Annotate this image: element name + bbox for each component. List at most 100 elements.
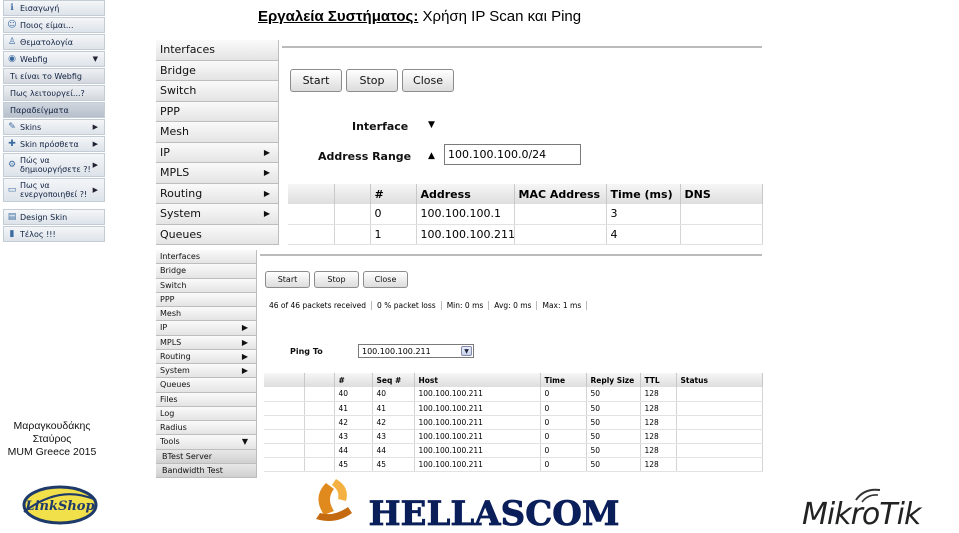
sidebar-item[interactable]: ▭ Πως να ενεργοποιηθεί ?! ▶ (3, 178, 105, 202)
sidebar-item[interactable]: ▤ Design Skin (3, 209, 105, 225)
column-header[interactable]: Host (414, 373, 541, 387)
menu-item[interactable]: PPP (156, 101, 279, 122)
menu-item[interactable]: Bridge (156, 264, 257, 279)
sidebar-item-label: Webfig (20, 54, 48, 64)
menu-item[interactable]: System ▶ (156, 364, 257, 379)
table-row[interactable]: 41 41 100.100.100.211 0 50 128 (264, 401, 763, 416)
sidebar-item[interactable]: ♙ Θεματολογία (3, 34, 105, 50)
book-icon: ▮ (9, 229, 15, 239)
column-header[interactable]: MAC Address (514, 184, 607, 204)
menu-item[interactable]: BTest Server (156, 449, 257, 464)
menu-item[interactable]: Routing ▶ (156, 349, 257, 364)
menu-item[interactable]: Routing ▶ (156, 183, 279, 204)
menu-item[interactable]: IP ▶ (156, 142, 279, 163)
chevron-down-icon[interactable]: ▼ (461, 346, 472, 356)
sidebar-item[interactable]: ☺ Ποιος είμαι... (3, 17, 105, 33)
menu-item[interactable]: Mesh (156, 122, 279, 143)
collapse-up-icon[interactable]: ▲ (428, 151, 435, 161)
sidebar-item-label: Πώς να δημιουργήσετε ?! (20, 156, 91, 174)
sidebar-item[interactable]: ◉ Webfig ▼ (3, 51, 105, 67)
user-icon: ☺ (7, 20, 17, 30)
column-header[interactable]: Time (ms) (606, 184, 681, 204)
table-cell (304, 415, 335, 430)
table-cell: 44 (334, 443, 373, 458)
table-cell (676, 415, 763, 430)
start-button[interactable]: Start (290, 69, 342, 92)
sidebar-item[interactable]: ✎ Skins ▶ (3, 119, 105, 135)
chevron-down-icon: ▼ (92, 55, 98, 63)
brush-icon: ✎ (8, 122, 16, 132)
sidebar-item[interactable]: ▮ Τέλος !!! (3, 226, 105, 242)
sidebar-item[interactable]: Πως λειτουργεί...? (3, 85, 105, 101)
column-header[interactable]: DNS (680, 184, 763, 204)
column-header[interactable]: # (334, 373, 373, 387)
menu-item[interactable]: Bandwidth Test (156, 463, 257, 478)
column-header[interactable]: Reply Size (586, 373, 641, 387)
table-cell: 128 (640, 443, 677, 458)
menu-item[interactable]: Queues (156, 224, 279, 245)
menu-item[interactable]: Bridge (156, 60, 279, 81)
chevron-right-icon: ▶ (92, 140, 98, 148)
menu-item-label: Mesh (160, 309, 182, 319)
ping-statistics: 46 of 46 packets received 0 % packet loss… (264, 298, 588, 313)
address-range-input[interactable]: 100.100.100.0/24 (444, 144, 581, 165)
stop-button[interactable]: Stop (314, 271, 359, 288)
menu-item[interactable]: Queues (156, 378, 257, 393)
sidebar-item-label: Θεματολογία (20, 37, 74, 47)
chevron-right-icon: ▶ (263, 147, 270, 157)
menu-item[interactable]: IP ▶ (156, 321, 257, 336)
ping-to-select[interactable]: 100.100.100.211 ▼ (358, 344, 474, 358)
sidebar-item[interactable]: ℹ Εισαγωγή (3, 0, 105, 16)
menu-item[interactable]: Interfaces (156, 250, 257, 265)
menu-item[interactable]: Mesh (156, 307, 257, 322)
table-row[interactable]: 1 100.100.100.211 4 (288, 224, 763, 245)
menu-item[interactable]: Radius (156, 421, 257, 436)
table-cell: 100.100.100.1 (416, 204, 515, 225)
table-cell: 50 (586, 457, 641, 472)
column-header[interactable]: Seq # (372, 373, 415, 387)
menu-item[interactable]: System ▶ (156, 204, 279, 225)
table-cell: 100.100.100.211 (414, 429, 541, 444)
sidebar-item[interactable]: Τι είναι το Webfig (3, 68, 105, 84)
hellascom-logo: HELLASCOM (316, 479, 620, 531)
column-header[interactable]: Status (676, 373, 763, 387)
menu-item[interactable]: Switch (156, 278, 257, 293)
menu-item[interactable]: MPLS ▶ (156, 163, 279, 184)
column-header[interactable]: Time (540, 373, 587, 387)
close-button[interactable]: Close (363, 271, 408, 288)
table-cell (514, 204, 607, 225)
menu-item-label: Tools (160, 437, 180, 447)
menu-item[interactable]: MPLS ▶ (156, 335, 257, 350)
webfig-menu: Interfaces Bridge Switch PPP Mesh IP ▶ MPLS ▶ Rou… (156, 250, 257, 478)
presentation-sidebar: ℹ Εισαγωγή ☺ Ποιος είμαι... ♙ Θεματολογία ◉ Web… (3, 0, 105, 243)
column-header[interactable]: # (370, 184, 417, 204)
table-row[interactable]: 42 42 100.100.100.211 0 50 128 (264, 415, 763, 430)
menu-item[interactable]: Files (156, 392, 257, 407)
stat-item: 46 of 46 packets received (264, 301, 373, 310)
table-row[interactable]: 45 45 100.100.100.211 0 50 128 (264, 457, 763, 472)
table-row[interactable]: 43 43 100.100.100.211 0 50 128 (264, 429, 763, 444)
column-header[interactable]: Address (416, 184, 515, 204)
menu-item[interactable]: Switch (156, 81, 279, 102)
sidebar-item[interactable]: ⚙ Πώς να δημιουργήσετε ?! ▶ (3, 153, 105, 177)
table-cell: 128 (640, 457, 677, 472)
column-header[interactable] (288, 184, 335, 204)
column-header[interactable]: TTL (640, 373, 677, 387)
column-header[interactable] (264, 373, 305, 387)
column-header[interactable] (334, 184, 371, 204)
table-row[interactable]: 40 40 100.100.100.211 0 50 128 (264, 387, 763, 402)
chevron-right-icon: ▶ (263, 209, 270, 219)
sidebar-item[interactable]: ✚ Skin πρόσθετα ▶ (3, 136, 105, 152)
column-header[interactable] (304, 373, 335, 387)
stop-button[interactable]: Stop (346, 69, 398, 92)
table-row[interactable]: 0 100.100.100.1 3 (288, 204, 763, 225)
start-button[interactable]: Start (265, 271, 310, 288)
expand-down-icon[interactable]: ▼ (428, 120, 435, 130)
table-row[interactable]: 44 44 100.100.100.211 0 50 128 (264, 443, 763, 458)
menu-item[interactable]: Log (156, 406, 257, 421)
close-button[interactable]: Close (402, 69, 454, 92)
menu-item[interactable]: Tools ▼ (156, 435, 257, 450)
menu-item[interactable]: PPP (156, 292, 257, 307)
menu-item[interactable]: Interfaces (156, 40, 279, 61)
sidebar-item[interactable]: Παραδείγματα (3, 102, 105, 118)
